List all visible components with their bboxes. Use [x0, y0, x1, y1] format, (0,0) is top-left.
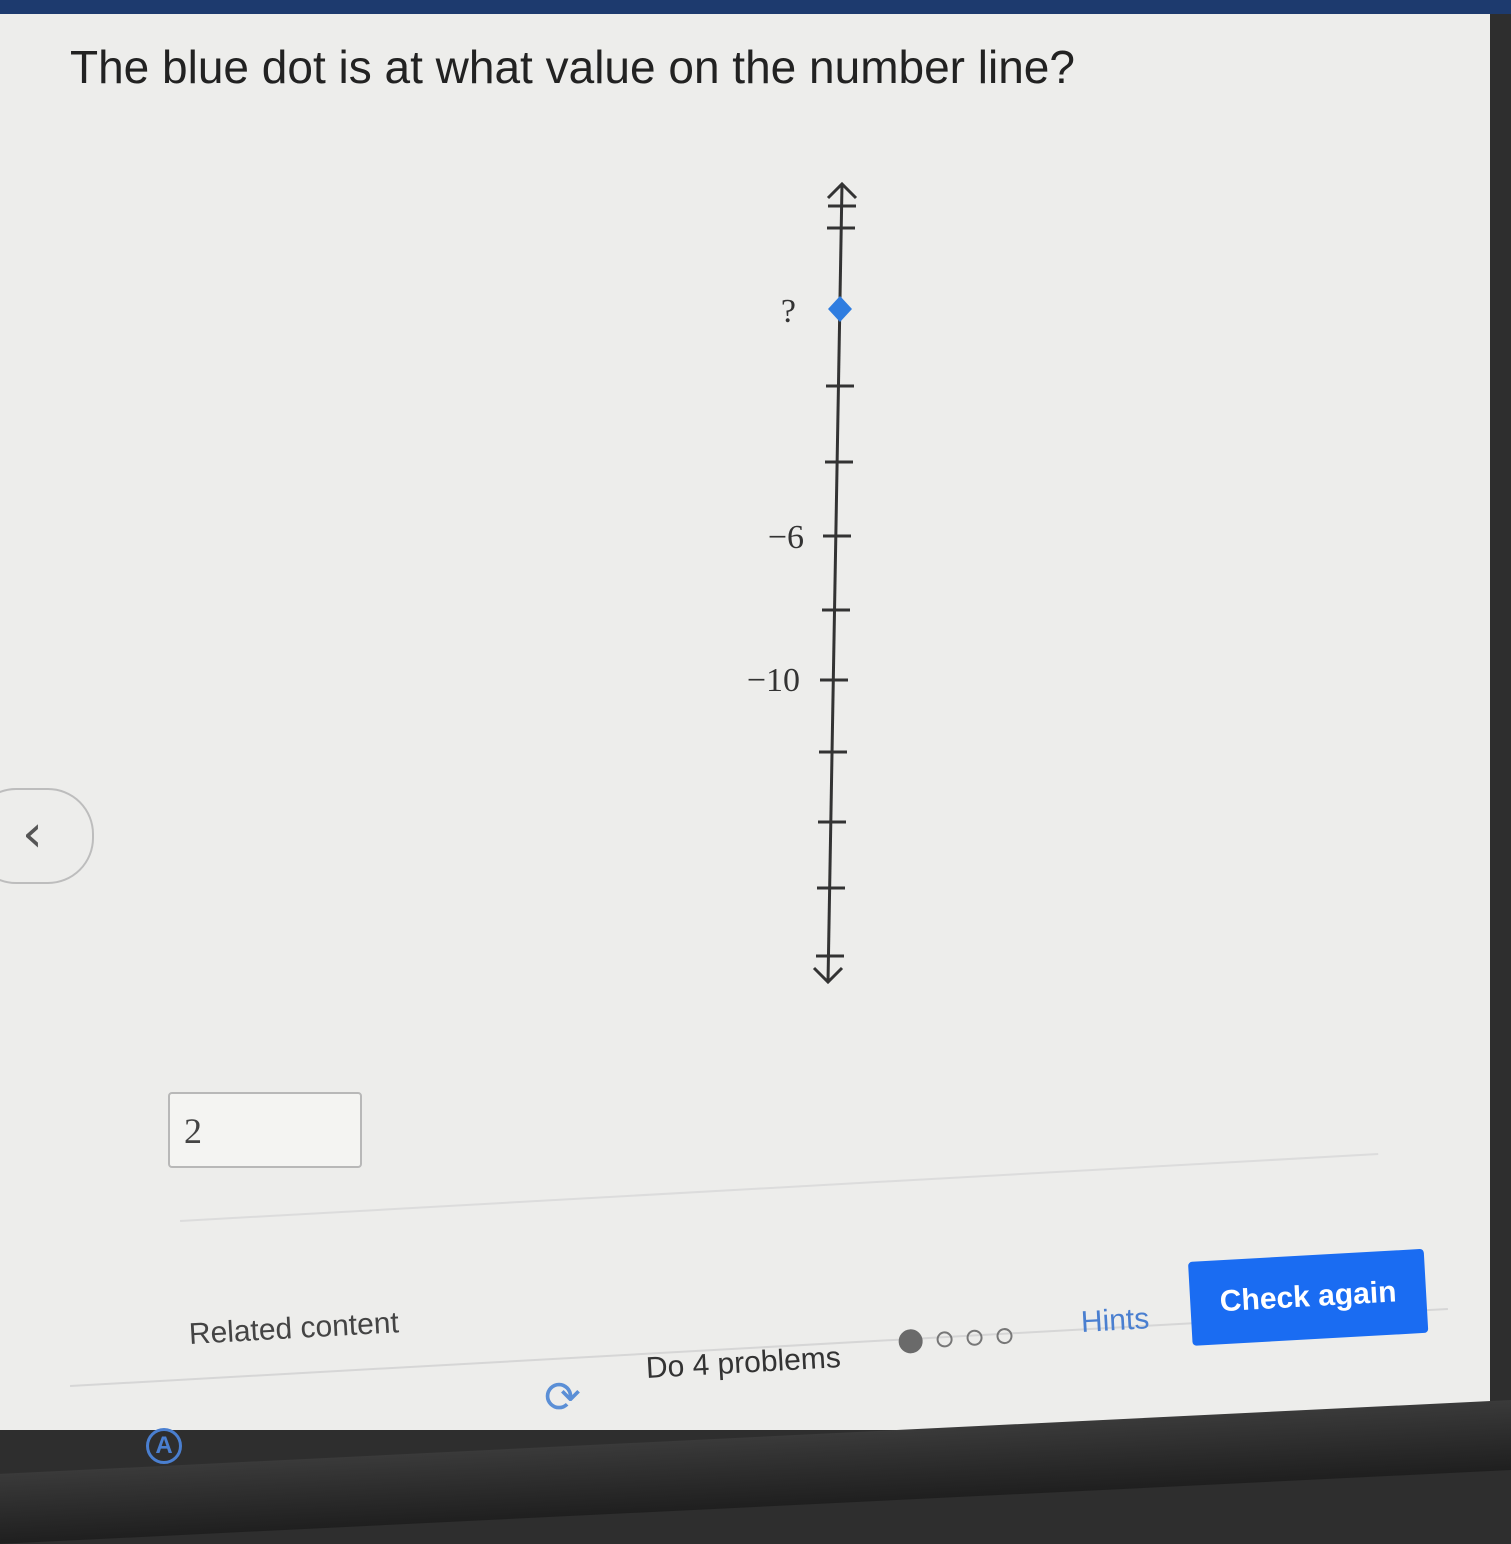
screen: The blue dot is at what value on the num…: [0, 0, 1511, 1464]
tick-label-neg6: −6: [768, 519, 804, 556]
number-line-svg: ? −6 −10: [747, 181, 858, 985]
top-bar: [0, 0, 1511, 14]
previous-button[interactable]: ‹: [0, 788, 94, 884]
related-content-link[interactable]: Related content: [188, 1306, 400, 1352]
progress-dot-empty: [996, 1327, 1013, 1345]
avatar-icon[interactable]: A: [146, 1428, 182, 1464]
hints-link[interactable]: Hints: [1080, 1302, 1150, 1340]
check-again-button[interactable]: Check again: [1188, 1248, 1429, 1346]
progress-dot-empty: [966, 1329, 983, 1347]
number-line: ? −6 −10: [700, 170, 920, 1000]
chevron-left-icon: ‹: [22, 804, 43, 864]
progress-dot-filled: [898, 1328, 924, 1354]
blue-dot: [828, 296, 852, 322]
progress-dot-empty: [936, 1330, 954, 1348]
answer-input[interactable]: 2: [168, 1092, 362, 1168]
question-text: The blue dot is at what value on the num…: [70, 41, 1075, 93]
tick-label-question: ?: [781, 293, 796, 330]
do-problems-label: Do 4 problems: [645, 1341, 842, 1385]
progress-dots: [898, 1324, 1013, 1354]
tick-label-neg10: −10: [747, 662, 800, 699]
refresh-icon[interactable]: ⟳: [544, 1372, 581, 1423]
